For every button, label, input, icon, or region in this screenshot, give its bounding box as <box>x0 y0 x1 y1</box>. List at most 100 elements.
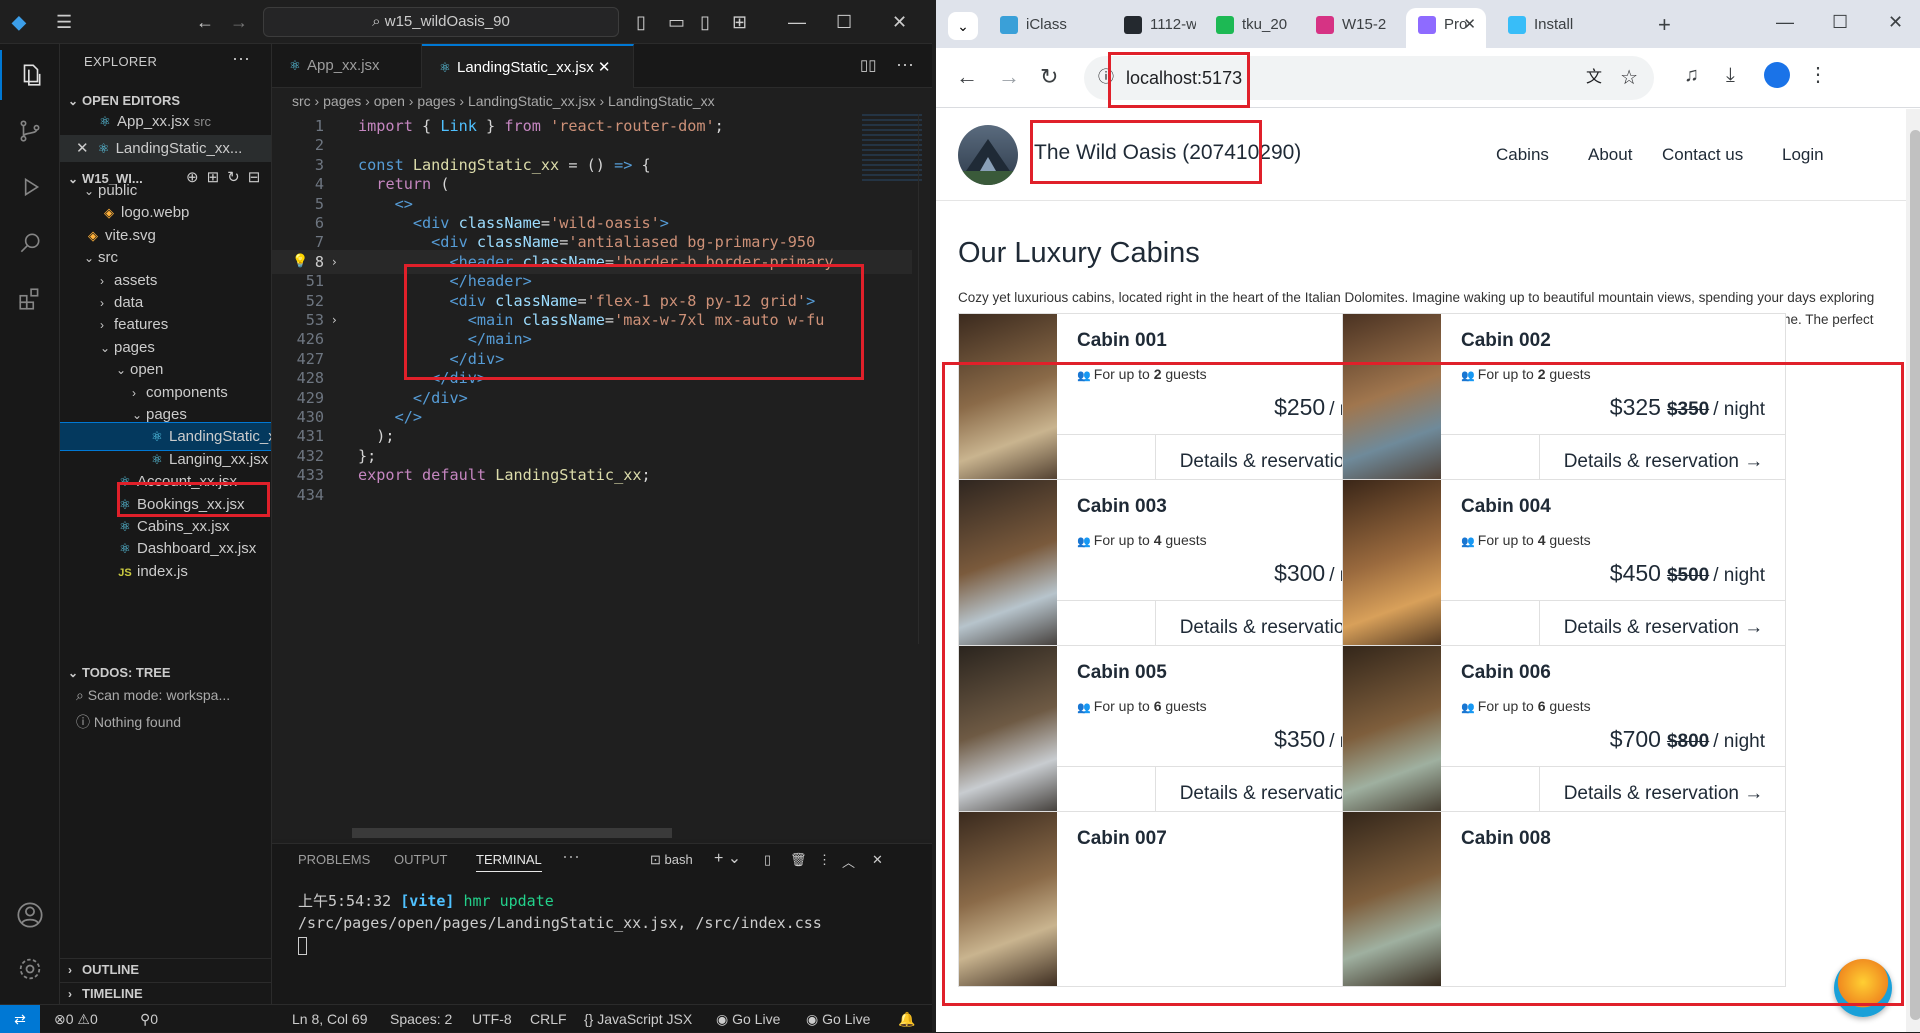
timeline-header[interactable]: › TIMELINE <box>60 982 271 1004</box>
breadcrumb-item[interactable]: pages <box>417 93 455 109</box>
breadcrumb-item[interactable]: src <box>292 93 311 109</box>
translate-icon[interactable]: 文 <box>1586 56 1602 100</box>
media-control-icon[interactable]: ♫ <box>1684 64 1699 87</box>
close-panel-icon[interactable]: ✕ <box>872 852 883 868</box>
forward-icon[interactable]: → <box>998 64 1020 90</box>
ports-status[interactable]: ⚲0 <box>140 1005 158 1033</box>
command-center-label: w15_wildOasis_90 <box>384 13 510 30</box>
nav-about[interactable]: About <box>1588 145 1632 165</box>
close-window-icon[interactable]: ✕ <box>892 0 907 44</box>
breadcrumb-item[interactable]: pages <box>323 93 361 109</box>
cabin-name: Cabin 001 <box>1077 330 1167 351</box>
tree-label: features <box>114 316 169 334</box>
tab-app[interactable]: ⚛ App_xx.jsx <box>272 44 422 88</box>
tab-landing-static[interactable]: ⚛ LandingStatic_xx.jsx ✕ <box>422 44 634 88</box>
close-editor-icon[interactable]: ✕ <box>76 140 89 157</box>
line-ending[interactable]: CRLF <box>530 1005 567 1033</box>
menu-icon[interactable]: ☰ <box>56 0 72 44</box>
terminal-shell-selector[interactable]: ⊡ bash <box>650 852 693 868</box>
browser-tab[interactable]: Pro ✕ <box>1406 8 1486 48</box>
editor-more-icon[interactable]: ··· <box>896 54 914 75</box>
panel-more-icon[interactable]: ··· <box>562 846 580 867</box>
layout-icon[interactable]: ⊞ <box>732 0 747 44</box>
go-live-button-2[interactable]: ◉ Go Live <box>806 1005 870 1033</box>
warning-icon: ⚠ <box>77 1011 90 1027</box>
todos-scan-mode[interactable]: ⌕ Scan mode: workspa... <box>60 682 271 709</box>
editor-scrollbar[interactable] <box>918 114 930 644</box>
extensions-icon[interactable] <box>0 274 60 324</box>
annotation-box-brand <box>1030 120 1262 184</box>
tree-label: data <box>114 294 144 311</box>
browser-close-icon[interactable]: ✕ <box>1888 12 1903 33</box>
minimap[interactable] <box>862 114 922 184</box>
browser-maximize-icon[interactable]: ☐ <box>1832 12 1848 33</box>
page-scroll-thumb[interactable] <box>1910 130 1920 1020</box>
remote-indicator-icon[interactable]: ⇄ <box>0 1005 40 1033</box>
source-control-icon[interactable] <box>0 106 60 156</box>
close-tab-icon[interactable]: ✕ <box>598 59 611 76</box>
search-view-icon[interactable] <box>0 218 60 268</box>
nav-cabins[interactable]: Cabins <box>1496 145 1549 165</box>
browser-tab[interactable]: tku_20 <box>1204 8 1296 42</box>
more-actions-icon[interactable]: ··· <box>232 48 250 69</box>
split-editor-icon[interactable]: ▯▯ <box>860 56 877 74</box>
language-mode[interactable]: {} JavaScript JSX <box>584 1005 692 1033</box>
command-center[interactable]: ⌕ w15_wildOasis_90 <box>263 7 619 37</box>
settings-gear-icon[interactable] <box>0 944 60 994</box>
tab-terminal[interactable]: TERMINAL <box>476 852 542 872</box>
open-editor-item-active[interactable]: ✕ ⚛ LandingStatic_xx... <box>60 135 271 162</box>
tab-problems[interactable]: PROBLEMS <box>298 852 370 867</box>
close-tab-icon[interactable]: ✕ <box>1463 8 1476 42</box>
browser-tab[interactable]: iClass <box>988 8 1100 42</box>
notifications-bell-icon[interactable]: 🔔 <box>898 1005 915 1033</box>
maximize-icon[interactable]: ☐ <box>836 0 852 44</box>
reload-icon[interactable]: ↻ <box>1040 64 1058 90</box>
explorer-icon[interactable] <box>0 50 60 100</box>
back-icon[interactable]: ← <box>956 64 978 90</box>
trash-icon[interactable]: 🗑 <box>790 852 807 868</box>
profile-avatar[interactable] <box>1764 62 1790 88</box>
todos-header[interactable]: ⌄ TODOS: TREE <box>60 662 271 684</box>
nav-login[interactable]: Login <box>1782 145 1824 165</box>
browser-tab[interactable]: W15-2 <box>1304 8 1394 42</box>
forward-arrow-icon[interactable]: → <box>230 0 248 44</box>
more-vert-icon[interactable]: ⋮ <box>818 852 831 868</box>
horizontal-scrollbar[interactable] <box>352 828 672 838</box>
download-icon[interactable]: ⤓ <box>1726 64 1735 87</box>
code-editor[interactable]: 1 import { Link } from 'react-router-dom'… <box>272 114 932 654</box>
open-editor-item[interactable]: ⚛ App_xx.jsx src <box>60 108 271 135</box>
browser-tab[interactable]: 1112-w <box>1112 8 1196 42</box>
encoding[interactable]: UTF-8 <box>472 1005 512 1033</box>
minimize-icon[interactable]: — <box>788 0 806 44</box>
cursor-position[interactable]: Ln 8, Col 69 <box>292 1005 368 1033</box>
toggle-secondary-sidebar-icon[interactable]: ▯ <box>700 0 710 44</box>
site-logo[interactable] <box>958 125 1018 185</box>
bookmark-star-icon[interactable]: ☆ <box>1620 56 1638 100</box>
nav-contact[interactable]: Contact us <box>1662 145 1743 165</box>
tab-output[interactable]: OUTPUT <box>394 852 447 867</box>
toggle-sidebar-icon[interactable]: ▯ <box>636 0 646 44</box>
browser-minimize-icon[interactable]: — <box>1776 12 1794 33</box>
back-arrow-icon[interactable]: ← <box>196 0 214 44</box>
terminal-output[interactable]: 上午5:54:32 [vite] hmr update /src/pages/o… <box>298 890 918 956</box>
breadcrumb-item[interactable]: LandingStatic_xx <box>608 93 715 109</box>
code-line[interactable]: 434 <box>272 483 912 507</box>
new-terminal-icon[interactable]: + ⌄ <box>714 848 741 868</box>
toggle-panel-icon[interactable]: ▭ <box>668 0 685 44</box>
page-title: Our Luxury Cabins <box>958 237 1200 269</box>
go-live-button[interactable]: ◉ Go Live <box>716 1005 780 1033</box>
problems-status[interactable]: ⊗0 ⚠0 <box>54 1005 98 1033</box>
account-icon[interactable] <box>0 890 60 940</box>
tab-search-icon[interactable]: ⌄ <box>948 12 978 40</box>
run-debug-icon[interactable] <box>0 162 60 212</box>
split-terminal-icon[interactable]: ▯ <box>764 852 771 868</box>
chrome-menu-icon[interactable]: ⋮ <box>1808 62 1828 87</box>
indentation[interactable]: Spaces: 2 <box>390 1005 452 1033</box>
outline-header[interactable]: › OUTLINE <box>60 958 271 980</box>
tree-file[interactable]: JS index.js <box>60 558 271 585</box>
browser-tab[interactable]: Install <box>1496 8 1644 42</box>
breadcrumb-item[interactable]: LandingStatic_xx.jsx <box>468 93 596 109</box>
maximize-panel-icon[interactable]: ︿ <box>842 852 855 871</box>
new-tab-icon[interactable]: + <box>1658 12 1671 38</box>
breadcrumb-item[interactable]: open <box>374 93 405 109</box>
